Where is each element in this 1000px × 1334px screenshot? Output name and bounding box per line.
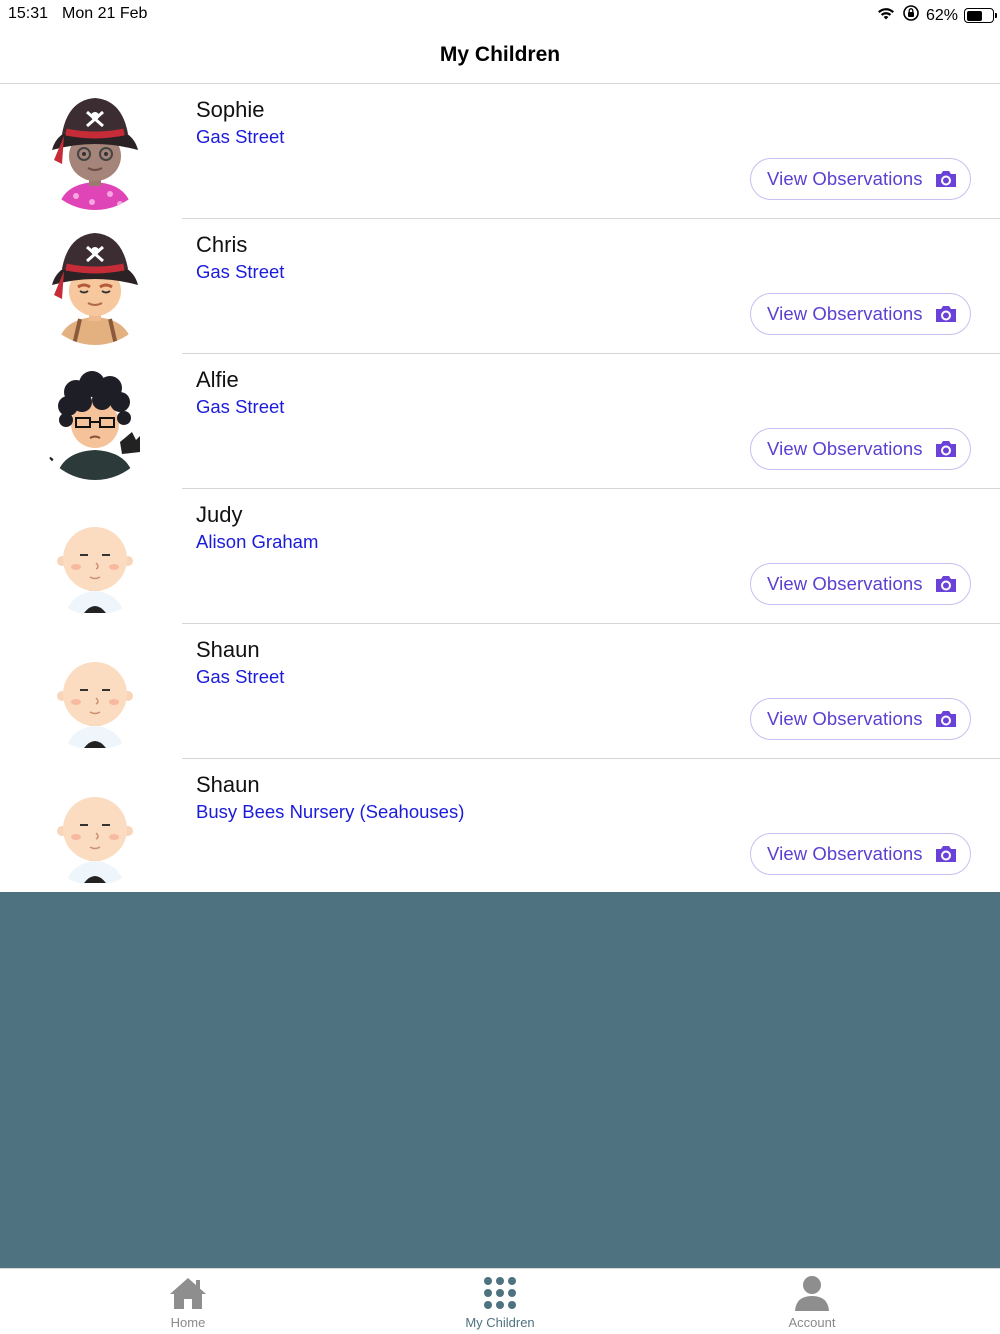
empty-background-area: [0, 892, 1000, 1268]
tab-account[interactable]: Account: [712, 1269, 912, 1334]
child-name: Shaun: [196, 772, 260, 797]
child-row[interactable]: Alfie Gas Street View Observations: [0, 354, 1000, 489]
view-observations-label: View Observations: [767, 303, 923, 324]
child-location[interactable]: Alison Graham: [196, 531, 318, 553]
child-name: Judy: [196, 502, 243, 527]
view-observations-label: View Observations: [767, 573, 923, 594]
default-baby-avatar: [36, 632, 154, 750]
home-icon: [168, 1274, 208, 1312]
battery-percent: 62%: [925, 6, 958, 24]
navigation-header: My Children: [0, 28, 1000, 84]
view-observations-button[interactable]: View Observations: [750, 428, 971, 470]
camera-icon: [934, 709, 958, 734]
battery-icon: [964, 8, 997, 23]
child-row[interactable]: Shaun Busy Bees Nursery (Seahouses) View…: [0, 759, 1000, 894]
tab-bar: Home My Children Account: [0, 1268, 1000, 1334]
pirate-girl-avatar: [36, 92, 154, 210]
tab-label: Account: [788, 1315, 836, 1330]
child-location[interactable]: Gas Street: [196, 666, 284, 688]
children-list: Sophie Gas Street View Observations Chri…: [0, 84, 1000, 894]
status-time: 15:31: [8, 5, 49, 22]
child-name: Alfie: [196, 367, 239, 392]
status-indicators: 62%: [876, 4, 997, 27]
child-row[interactable]: Judy Alison Graham View Observations: [0, 489, 1000, 624]
pirate-boy-avatar: [36, 227, 154, 345]
curly-hair-glasses-avatar: [36, 362, 154, 480]
view-observations-button[interactable]: View Observations: [750, 833, 971, 875]
default-baby-avatar: [36, 767, 154, 885]
child-name: Sophie: [196, 97, 265, 122]
camera-icon: [934, 574, 958, 599]
child-location[interactable]: Busy Bees Nursery (Seahouses): [196, 801, 464, 823]
page-title: My Children: [439, 42, 561, 66]
child-row[interactable]: Chris Gas Street View Observations: [0, 219, 1000, 354]
child-row[interactable]: Sophie Gas Street View Observations: [0, 84, 1000, 219]
tab-my-children[interactable]: My Children: [400, 1269, 600, 1334]
child-location[interactable]: Gas Street: [196, 261, 284, 283]
camera-icon: [934, 439, 958, 464]
status-date: Mon 21 Feb: [62, 5, 148, 22]
tab-label: Home: [170, 1315, 206, 1330]
tab-label: My Children: [465, 1315, 535, 1330]
view-observations-button[interactable]: View Observations: [750, 158, 971, 200]
tab-home[interactable]: Home: [88, 1269, 288, 1334]
child-name: Shaun: [196, 637, 260, 662]
view-observations-label: View Observations: [767, 168, 923, 189]
view-observations-button[interactable]: View Observations: [750, 293, 971, 335]
view-observations-button[interactable]: View Observations: [750, 698, 971, 740]
wifi-icon: [876, 5, 896, 26]
person-icon: [794, 1274, 830, 1312]
status-bar: 15:31 Mon 21 Feb 62%: [0, 0, 1000, 28]
default-baby-avatar: [36, 497, 154, 615]
child-name: Chris: [196, 232, 248, 257]
view-observations-label: View Observations: [767, 708, 923, 729]
camera-icon: [934, 169, 958, 194]
child-row[interactable]: Shaun Gas Street View Observations: [0, 624, 1000, 759]
view-observations-button[interactable]: View Observations: [750, 563, 971, 605]
child-location[interactable]: Gas Street: [196, 396, 284, 418]
child-location[interactable]: Gas Street: [196, 126, 284, 148]
camera-icon: [934, 844, 958, 869]
view-observations-label: View Observations: [767, 843, 923, 864]
view-observations-label: View Observations: [767, 438, 923, 459]
grid-dots-icon: [482, 1274, 518, 1312]
camera-icon: [934, 304, 958, 329]
orientation-lock-icon: [902, 4, 920, 27]
